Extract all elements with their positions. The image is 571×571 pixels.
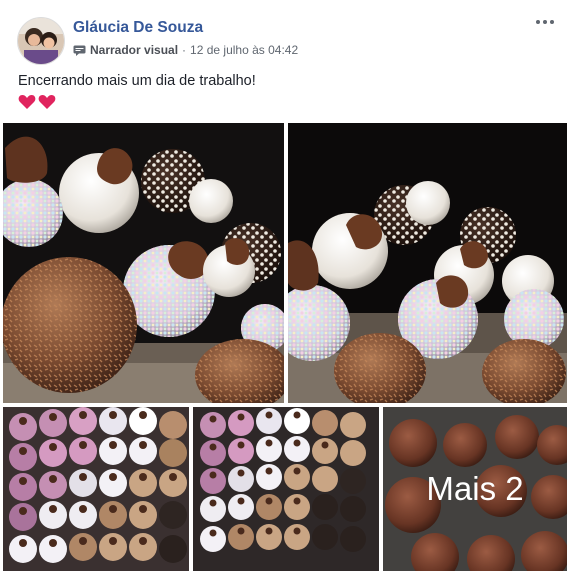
author-name[interactable]: Gláucia De Souza (73, 19, 203, 37)
post-timestamp[interactable]: 12 de julho às 04:42 (190, 43, 298, 57)
post-meta: Narrador visual · 12 de julho às 04:42 (73, 43, 298, 57)
post-photo-1[interactable] (3, 123, 284, 403)
post-text: Encerrando mais um dia de trabalho! (18, 73, 256, 89)
post-photo-4[interactable] (193, 407, 379, 571)
more-photos-label: Mais 2 (426, 470, 524, 507)
post-photo-5[interactable]: Mais 2 (383, 407, 567, 571)
more-photos-overlay[interactable]: Mais 2 (383, 407, 567, 571)
post-photo-2[interactable] (288, 123, 567, 403)
visual-storyteller-icon (73, 44, 86, 56)
meta-separator: · (182, 43, 187, 57)
post-photo-3[interactable] (3, 407, 189, 571)
more-options-icon[interactable] (533, 12, 557, 32)
profile-avatar[interactable] (17, 17, 65, 65)
heart-emoji-icon (18, 93, 62, 111)
source-label[interactable]: Narrador visual (90, 43, 178, 57)
post-header: Gláucia De Souza Narrador visual · 12 de… (0, 0, 571, 66)
